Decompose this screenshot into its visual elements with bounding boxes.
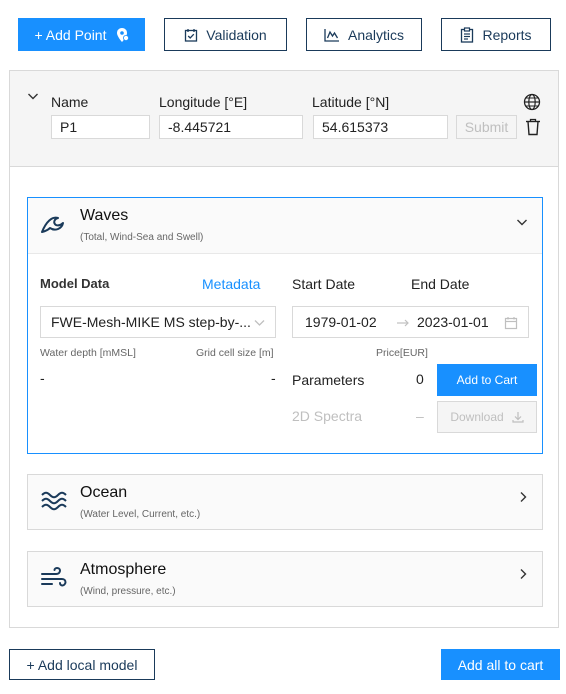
spectra-price: – [416,408,424,424]
chevron-right-icon [520,492,527,502]
spectra-label: 2D Spectra [292,408,363,424]
add-to-cart-button[interactable]: Add to Cart [437,364,537,396]
name-field[interactable]: P1 [51,115,150,139]
download-label: Download [450,410,504,424]
model-select-value: FWE-Mesh-MIKE MS step-by-... [51,314,251,330]
atmosphere-subtitle: (Wind, pressure, etc.) [80,586,176,597]
reports-label: Reports [482,26,532,43]
latitude-label: Latitude [°N] [312,94,390,110]
end-date-value[interactable]: 2023-01-01 [417,314,489,330]
atmosphere-panel[interactable]: Atmosphere (Wind, pressure, etc.) [27,551,543,607]
add-point-button[interactable]: + Add Point [18,18,145,51]
end-date-label: End Date [411,276,470,292]
parameters-price: 0 [416,371,424,387]
grid-cell-value: - [271,370,276,386]
grid-cell-label: Grid cell size [m] [196,347,274,359]
ocean-subtitle: (Water Level, Current, etc.) [80,509,201,520]
start-date-value[interactable]: 1979-01-02 [305,314,377,330]
water-depth-label: Water depth [mMSL] [40,347,136,359]
model-data-label: Model Data [40,276,110,291]
add-local-model-button[interactable]: + Add local model [9,649,155,680]
add-point-label: + Add Point [34,26,107,43]
chevron-down-icon[interactable] [516,218,528,227]
ocean-title: Ocean [80,484,128,501]
analytics-button[interactable]: Analytics [306,18,422,51]
arrow-right-icon [397,319,409,327]
wave-icon [41,216,64,233]
model-select[interactable]: FWE-Mesh-MIKE MS step-by-... [40,306,276,338]
start-date-label: Start Date [292,276,356,292]
parameters-label: Parameters [292,372,365,388]
clipboard-icon [461,26,474,43]
trash-icon[interactable] [525,118,541,136]
water-depth-value: - [40,370,45,386]
date-range-picker[interactable]: 1979-01-02 2023-01-01 [292,306,529,338]
calendar-icon [504,317,518,330]
calendar-check-icon [185,28,198,42]
metadata-link[interactable]: Metadata [202,276,260,292]
point-card: Name Longitude [°E] Latitude [°N] P1 -8.… [9,70,559,628]
validation-label: Validation [206,26,267,43]
map-pin-icon [116,27,129,42]
wind-icon [41,566,67,587]
reports-button[interactable]: Reports [441,18,551,51]
chevron-down-icon [254,320,265,326]
line-chart-icon [324,28,339,42]
waves-title: Waves [80,207,129,224]
globe-icon[interactable] [523,93,541,111]
chevron-right-icon [520,569,527,579]
waves-panel-header[interactable]: Waves (Total, Wind-Sea and Swell) [28,198,542,254]
name-label: Name [51,94,89,110]
add-all-to-cart-button[interactable]: Add all to cart [441,649,560,680]
chevron-down-icon[interactable] [27,92,39,101]
point-header: Name Longitude [°E] Latitude [°N] P1 -8.… [10,71,558,167]
submit-button[interactable]: Submit [456,115,517,139]
download-button[interactable]: Download [437,401,537,433]
waves-panel: Waves (Total, Wind-Sea and Swell) Model … [27,197,543,454]
waves-subtitle: (Total, Wind-Sea and Swell) [80,232,204,243]
ocean-panel[interactable]: Ocean (Water Level, Current, etc.) [27,474,543,530]
price-label: Price[EUR] [376,347,428,359]
longitude-field[interactable]: -8.445721 [159,115,303,139]
download-icon [512,412,524,423]
analytics-label: Analytics [347,26,405,43]
latitude-field[interactable]: 54.615373 [313,115,448,139]
validation-button[interactable]: Validation [164,18,287,51]
longitude-label: Longitude [°E] [159,94,248,110]
atmosphere-title: Atmosphere [80,561,167,578]
ocean-waves-icon [41,491,67,511]
